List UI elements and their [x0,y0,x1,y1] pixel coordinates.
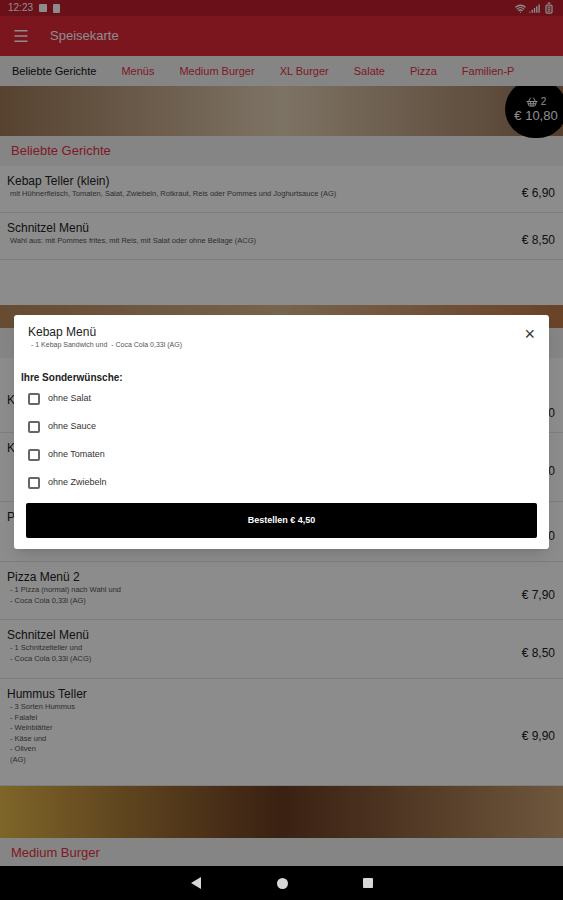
option-label: ohne Zwiebeln [48,476,107,490]
app-screen: 12:23SpeisekarteBeliebte GerichteMenüsMe… [0,0,563,900]
option-checkbox[interactable] [28,421,40,433]
option-row[interactable]: ohne Zwiebeln [14,469,549,497]
dialog-subtitle: - 1 Kebap Sandwich und - Coca Cola 0,33l… [28,340,182,350]
option-row[interactable]: ohne Tomaten [14,441,549,469]
option-row[interactable]: ohne Salat [14,385,549,413]
back-icon[interactable] [191,877,202,889]
option-checkbox[interactable] [28,393,40,405]
order-button[interactable]: Bestellen € 4,50 [26,503,537,538]
dialog-overlay[interactable]: Kebap Menü- 1 Kebap Sandwich und - Coca … [0,0,563,866]
dialog-title: Kebap Menü [28,325,182,340]
recents-icon[interactable] [363,878,373,888]
options-dialog: Kebap Menü- 1 Kebap Sandwich und - Coca … [14,315,549,549]
option-checkbox[interactable] [28,477,40,489]
option-checkbox[interactable] [28,449,40,461]
option-row[interactable]: ohne Sauce [14,413,549,441]
options-heading: Ihre Sonderwünsche: [14,372,549,384]
option-label: ohne Sauce [48,420,96,434]
options-list: ohne Salat ohne Sauce ohne Tomaten ohne Zwi… [14,385,549,497]
option-label: ohne Salat [48,392,91,406]
option-label: ohne Tomaten [48,448,105,462]
close-button[interactable]: × [520,325,539,343]
home-icon[interactable] [277,878,288,889]
navigation-bar [0,866,563,900]
